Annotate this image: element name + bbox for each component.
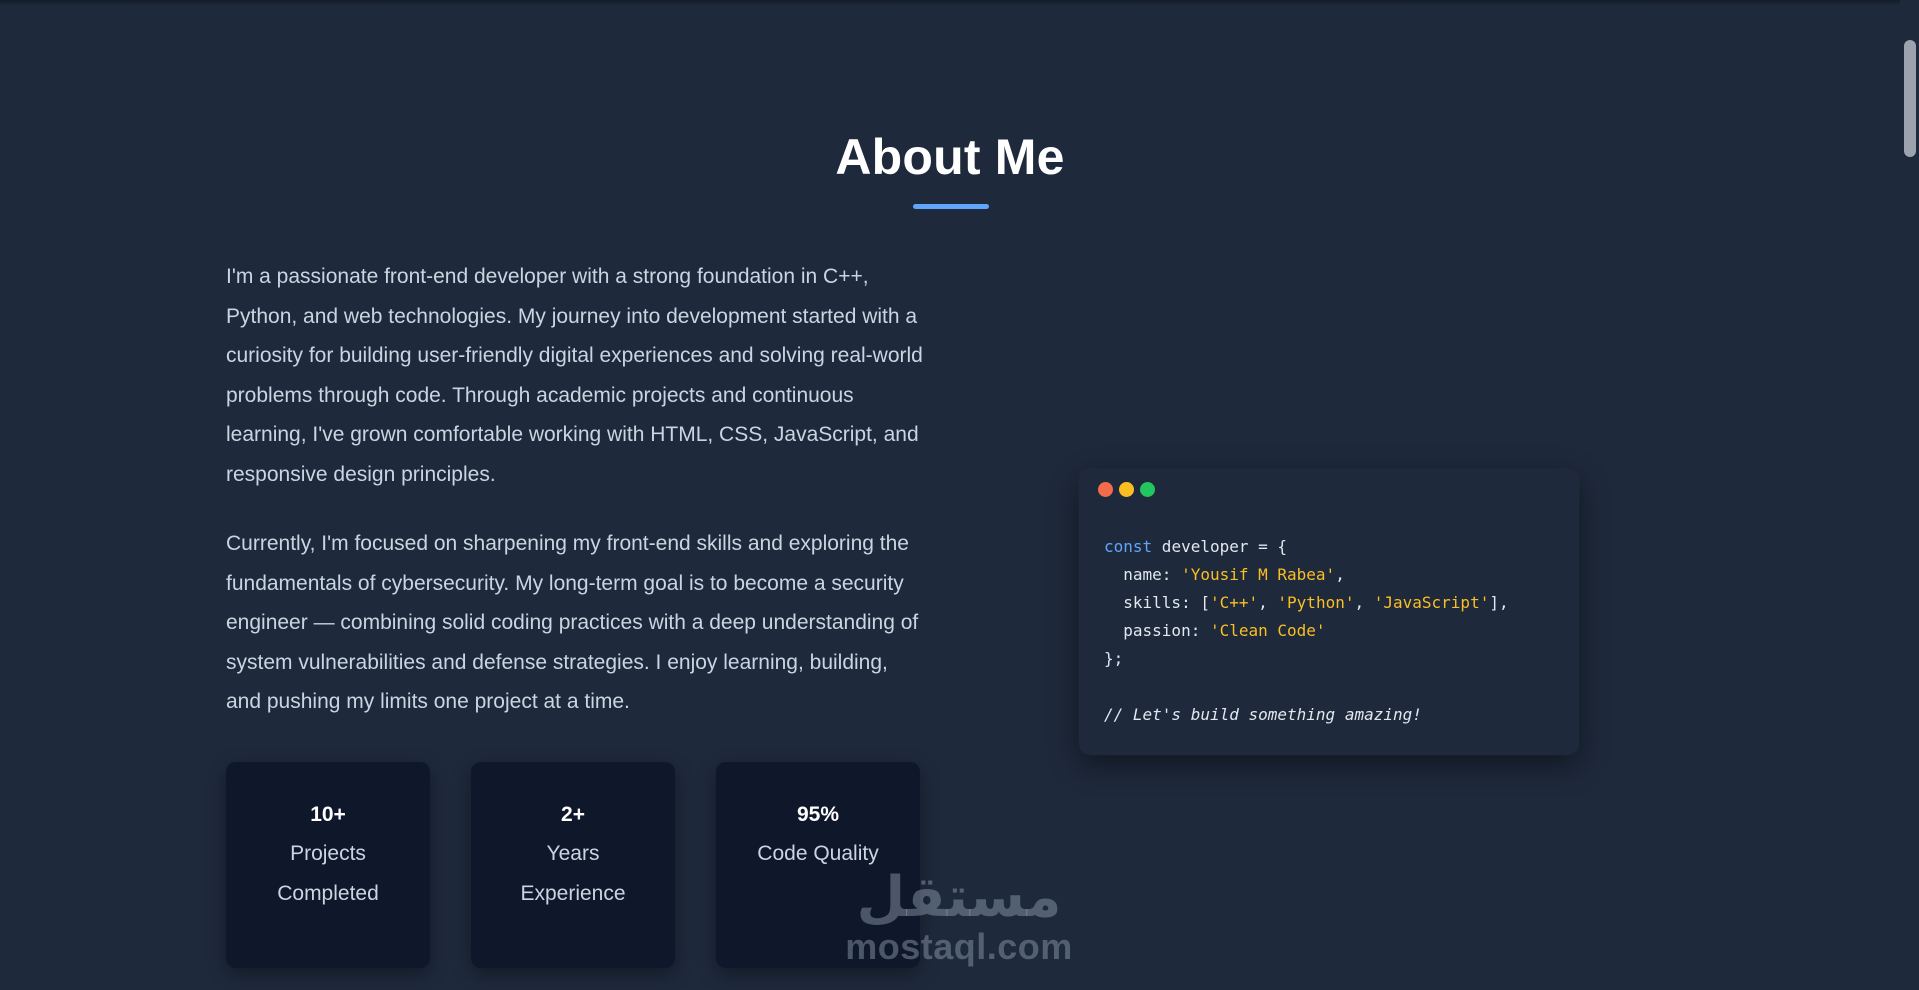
bio-paragraph-1: I'm a passionate front-end developer wit…	[226, 265, 923, 486]
code-comment: // Let's build something amazing!	[1104, 705, 1422, 724]
watermark-arabic: مستقل	[856, 865, 1062, 930]
about-section: About Me I'm a passionate front-end deve…	[0, 0, 1919, 990]
section-title: About Me	[835, 129, 1065, 185]
stat-card-projects: 10+ Projects Completed	[226, 762, 430, 968]
stat-value: 10+	[310, 803, 346, 826]
code-passion-value: 'Clean Code'	[1209, 621, 1326, 640]
title-underline	[913, 204, 989, 209]
code-skill: 'C++'	[1209, 593, 1259, 612]
code-name-value: 'Yousif M Rabea'	[1181, 565, 1336, 584]
code-snippet: const developer = { name: 'Yousif M Rabe…	[1104, 537, 1509, 724]
code-skill: 'Python'	[1277, 593, 1355, 612]
mostaql-watermark: مستقل mostaql.com	[842, 868, 1076, 966]
stat-value: 2+	[561, 803, 585, 826]
code-variable: developer = {	[1152, 537, 1288, 556]
window-minimize-dot	[1119, 482, 1134, 497]
code-close: };	[1104, 649, 1124, 668]
header-shadow	[0, 0, 1900, 6]
bio-paragraph-2: Currently, I'm focused on sharpening my …	[226, 532, 919, 713]
scrollbar-thumb[interactable]	[1904, 40, 1916, 157]
scrollbar[interactable]	[1900, 0, 1919, 990]
stat-label: Years Experience	[520, 842, 626, 905]
window-close-dot	[1098, 482, 1113, 497]
code-name-key: name:	[1104, 565, 1182, 584]
code-skill: 'JavaScript'	[1373, 593, 1490, 612]
code-passion-key: passion:	[1104, 621, 1210, 640]
stat-card-experience: 2+ Years Experience	[471, 762, 675, 968]
watermark-latin: mostaql.com	[845, 926, 1073, 967]
code-keyword: const	[1104, 537, 1153, 556]
code-window: const developer = { name: 'Yousif M Rabe…	[1079, 469, 1579, 755]
code-skills-key: skills: [	[1104, 593, 1210, 612]
stat-value: 95%	[796, 803, 840, 826]
stat-label: Projects Completed	[277, 842, 379, 905]
window-maximize-dot	[1140, 482, 1155, 497]
